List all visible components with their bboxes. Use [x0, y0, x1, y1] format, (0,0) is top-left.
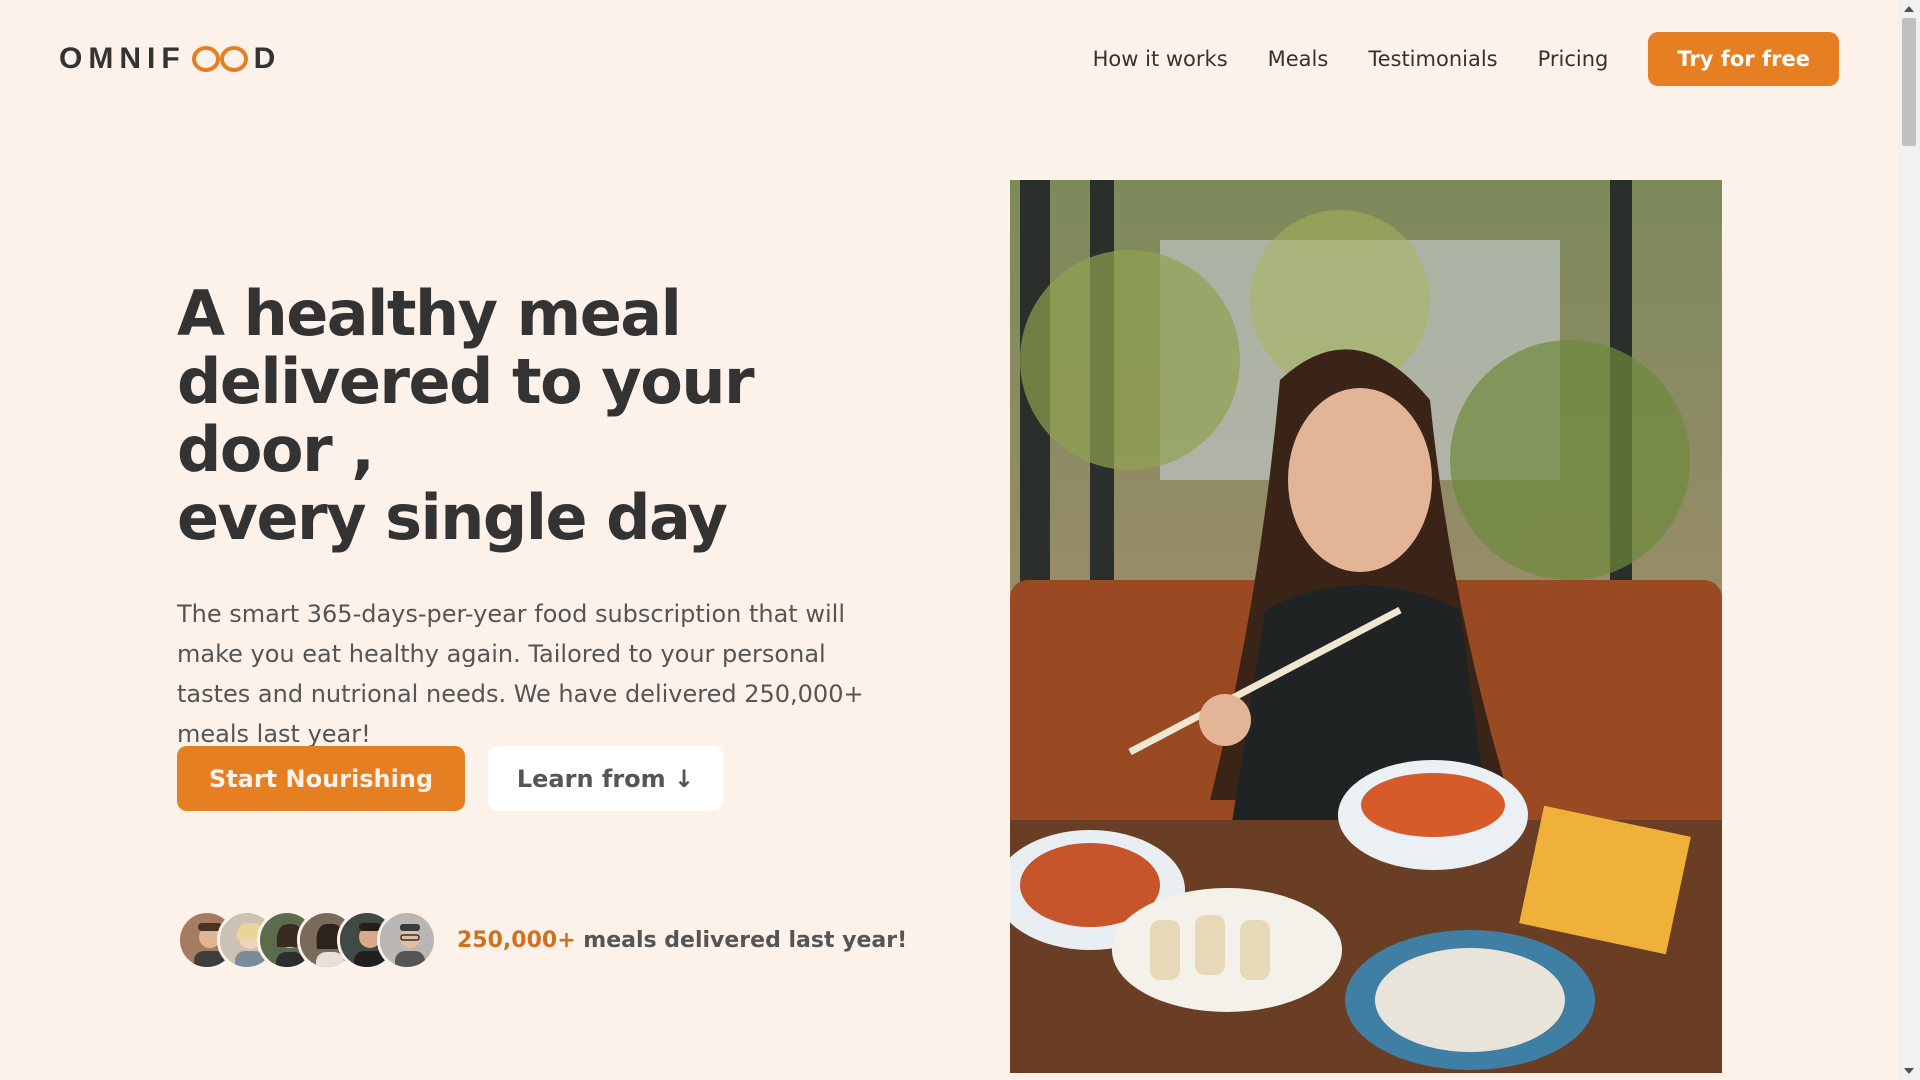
- start-nourishing-button[interactable]: Start Nourishing: [177, 746, 465, 811]
- hero-buttons: Start Nourishing Learn from ↓: [177, 746, 723, 811]
- delivered-count: 250,000+: [457, 927, 576, 953]
- nav-pricing[interactable]: Pricing: [1538, 47, 1609, 71]
- infinity-logo-icon: [191, 46, 248, 72]
- header: OMNIF D How it works Meals Testimonials …: [0, 0, 1898, 118]
- nav-meals[interactable]: Meals: [1268, 47, 1329, 71]
- delivered-meals: 250,000+ meals delivered last year!: [177, 910, 907, 970]
- nav-how-it-works[interactable]: How it works: [1093, 47, 1228, 71]
- hero-title: A healthy meal delivered to your door , …: [177, 280, 907, 552]
- page-scrollbar[interactable]: [1898, 0, 1920, 1080]
- avatar: [377, 910, 437, 970]
- scrollbar-thumb[interactable]: [1902, 18, 1916, 146]
- main-nav: How it works Meals Testimonials Pricing …: [1053, 32, 1839, 86]
- logo-text-right: D: [253, 42, 282, 75]
- hero-image: [1010, 180, 1722, 1073]
- hero-text: A healthy meal delivered to your door , …: [177, 280, 907, 754]
- scroll-down-icon[interactable]: [1904, 1068, 1914, 1074]
- try-for-free-button[interactable]: Try for free: [1648, 32, 1839, 86]
- logo[interactable]: OMNIF D: [59, 42, 281, 76]
- scroll-up-icon[interactable]: [1904, 6, 1914, 12]
- customer-avatars: [177, 910, 437, 970]
- hero-title-line-3: every single day: [177, 481, 728, 554]
- hero-description: The smart 365-days-per-year food subscri…: [177, 600, 864, 748]
- hero-title-line-1: A healthy meal: [177, 277, 682, 350]
- logo-text-left: OMNIF: [59, 42, 186, 75]
- delivered-label: meals delivered last year!: [575, 927, 908, 953]
- nav-testimonials[interactable]: Testimonials: [1368, 47, 1497, 71]
- hero-title-line-2: delivered to your door ,: [177, 345, 755, 486]
- learn-more-button[interactable]: Learn from ↓: [488, 746, 723, 811]
- delivered-text: 250,000+ meals delivered last year!: [457, 928, 907, 953]
